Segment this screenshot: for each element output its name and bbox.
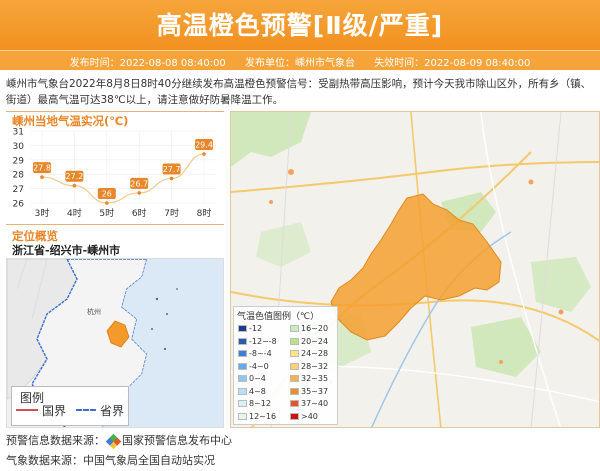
temp-legend-item: -8~-4 [238,348,272,359]
legend-national-border: 国界 [42,404,67,418]
legend-swatch [238,362,247,370]
x-tick-label: 6时 [132,207,147,219]
temp-legend-item: 20~24 [290,336,328,347]
legend-label: -4~0 [249,361,269,371]
legend-swatch [238,400,247,407]
legend-label: 24~28 [301,349,329,358]
legend-province-border: 省界 [100,404,125,418]
legend-label: 32~35 [301,374,329,383]
temp-legend-item: 12~16 [238,411,276,422]
legend-label: -12~-8 [249,336,277,346]
legend-swatch [238,350,247,357]
data-point [105,201,109,205]
data-label: 27.2 [65,172,83,181]
legend-swatch [238,325,247,332]
legend-swatch [290,362,299,370]
legend-label: 0~4 [249,374,266,383]
legend-label: -12 [249,324,263,333]
data-point [137,191,141,195]
temp-legend-item: -4~0 [238,361,269,372]
legend-swatch [290,337,299,345]
temp-legend-item: -12 [238,323,262,334]
issuer: 发布单位：嵊州市气象台 [245,58,355,69]
location-divider [6,224,224,225]
legend-label: 37~40 [301,399,329,408]
legend-label: 16~20 [301,324,329,333]
legend-label: -8~-4 [249,349,272,358]
y-tick-label: 29 [13,156,25,166]
meta-row: 发布时间：2022-08-08 08:40:00 发布单位：嵊州市气象台 失效时… [0,54,600,69]
y-tick-label: 26 [13,200,25,210]
legend-label: 35~37 [301,386,329,396]
legend-swatch [290,325,299,332]
data-label: 26 [102,190,112,199]
warning-description: 嵊州市气象台2022年8月8日8时40分继续发布高温橙色预警信号：受副热带高压影… [6,78,592,106]
legend-label: >40 [301,411,318,421]
legend-label: 28~32 [301,361,329,371]
data-label: 27.8 [33,164,51,173]
province-line-swatch [76,409,96,411]
y-tick-label: 28 [13,171,25,181]
data-point [72,183,77,188]
legend-swatch [238,387,247,395]
legend-label: 12~16 [249,411,277,421]
temp-legend-item: 35~37 [290,386,328,397]
legend-swatch [290,375,299,382]
legend-swatch [290,350,299,357]
temperature-chart: 26 27 28 29 30 31 3时 4时 5时 6时 7时 8时 27.8 27.2 26 26.7 27… [13,128,216,219]
province-map[interactable]: 杭州 图例 国界 省界 [6,258,224,428]
temp-legend-item: 8~12 [238,398,271,409]
source-warning-prefix: 预警信息数据来源： [6,434,105,447]
temperature-legend: 气温色值图例（℃） -12 16~20 -12~-8 20~24 -8~-4 24~28 -… [233,306,338,425]
y-tick-label: 31 [13,128,24,138]
legend-swatch [290,412,299,420]
data-label: 29.4 [195,141,213,150]
y-tick-label: 30 [13,142,25,152]
legend-swatch [238,375,247,382]
temp-legend-title: 气温色值图例（℃） [237,312,320,322]
temp-legend-item: 28~32 [290,361,328,372]
temp-legend-item: -12~-8 [238,336,277,347]
legend-swatch [290,387,299,395]
data-point [202,152,206,156]
border-line-swatch [16,409,38,411]
x-tick-label: 4时 [67,207,82,219]
province-legend: 图例 国界 省界 [11,386,129,426]
logo-icon [105,433,122,449]
legend-swatch [238,337,247,345]
temp-legend-item: 16~20 [290,323,328,334]
temp-legend-item: 24~28 [290,348,328,359]
x-tick-label: 8时 [197,207,212,219]
legend-swatch [238,412,247,420]
data-label: 26.7 [130,179,148,188]
province-legend-title: 图例 [20,391,45,405]
source-weather: 气象数据来源：中国气象局全国自动站实况 [6,454,215,467]
x-tick-label: 7时 [164,207,179,219]
x-tick-label: 3时 [35,207,50,219]
temp-legend-item: 32~35 [290,373,328,384]
data-point [40,175,44,179]
city-label-hangzhou: 杭州 [87,308,101,316]
data-label: 27.7 [163,165,181,174]
y-tick-label: 27 [13,185,24,195]
legend-swatch [290,400,299,407]
issue-time: 发布时间：2022-08-08 08:40:00 [69,58,226,69]
temp-legend-item: 37~40 [290,398,328,409]
data-point [169,176,174,181]
source-warning: 预警信息数据来源： 国家预警信息发布中心 [6,432,232,449]
temp-legend-item: 0~4 [238,373,266,384]
legend-label: 20~24 [301,336,329,346]
warning-title: 高温橙色预警[Ⅱ级/严重] [156,11,444,40]
temp-legend-item: 4~8 [238,386,266,397]
expire-time: 失效时间：2022-08-09 08:40:00 [374,58,531,69]
source-warning-name: 国家预警信息发布中心 [122,434,232,447]
legend-label: 4~8 [249,386,266,396]
x-tick-label: 5时 [99,207,114,219]
legend-label: 8~12 [249,399,271,408]
temp-legend-item: >40 [290,411,318,422]
location-path: 浙江省-绍兴市-嵊州市 [12,244,121,257]
